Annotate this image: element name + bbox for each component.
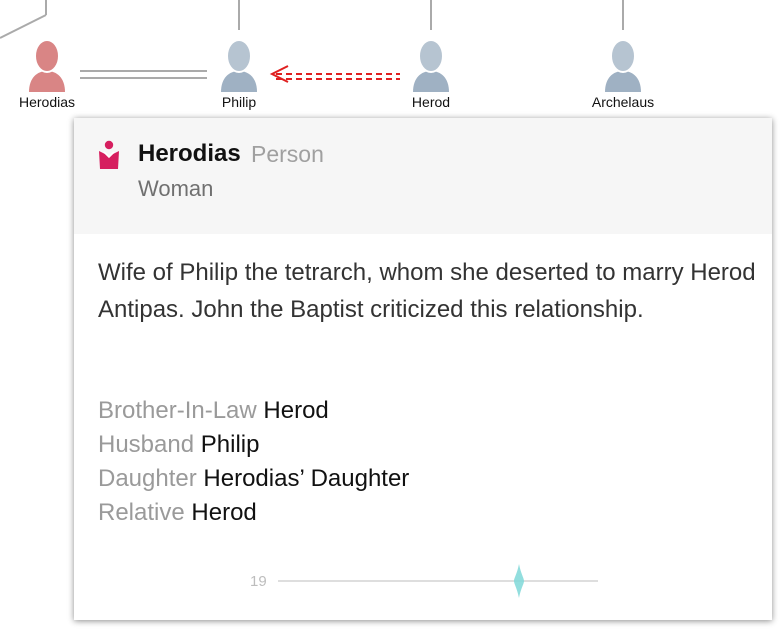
person-name: Philip: [221, 94, 257, 110]
entity-type-label: Person: [251, 141, 324, 167]
relation-item: Relative Herod: [98, 496, 738, 530]
person-avatar-icon: [413, 39, 449, 92]
relation-type: Daughter: [98, 465, 197, 492]
verse-timeline[interactable]: 19: [244, 564, 604, 600]
person-node-archelaus[interactable]: Archelaus: [578, 38, 668, 118]
relation-target-link[interactable]: Herodias’ Daughter: [203, 465, 409, 492]
relation-item: Husband Philip: [98, 428, 738, 462]
woman-icon: [99, 140, 119, 169]
person-node-herod[interactable]: Herod: [386, 38, 476, 118]
relation-target-link[interactable]: Herod: [191, 499, 256, 526]
person-detail-card: Herodias Person Woman Wife of Philip the…: [74, 118, 772, 620]
card-title: Herodias: [138, 140, 241, 167]
relation-target-link[interactable]: Herod: [263, 397, 328, 424]
parent-link-herodias: [0, 14, 47, 39]
timeline-track: [278, 564, 598, 598]
relation-type: Husband: [98, 431, 195, 458]
person-avatar-icon: [605, 39, 641, 92]
card-subtitle: Woman: [138, 176, 214, 201]
relation-type: Brother-In-Law: [98, 397, 257, 424]
person-avatar-icon: [29, 39, 65, 92]
genealogy-view: Herodias Philip Herod Archelaus Herodias…: [0, 0, 784, 632]
relation-item: Daughter Herodias’ Daughter: [98, 462, 738, 496]
relations-list: Brother-In-Law Herod Husband Philip Daug…: [98, 394, 738, 530]
person-node-herodias[interactable]: Herodias: [2, 38, 92, 118]
card-description: Wife of Philip the tetrarch, whom she de…: [98, 259, 756, 323]
card-header: Herodias Person Woman: [74, 118, 772, 234]
family-tree: Herodias Philip Herod Archelaus: [0, 0, 784, 120]
timeline-marker: [514, 564, 524, 598]
person-name: Archelaus: [591, 94, 655, 110]
person-name: Herodias: [18, 94, 76, 110]
relation-type: Relative: [98, 499, 185, 526]
relation-target-link[interactable]: Philip: [201, 431, 260, 458]
person-name: Herod: [411, 94, 451, 110]
relation-item: Brother-In-Law Herod: [98, 394, 738, 428]
person-node-philip[interactable]: Philip: [194, 38, 284, 118]
person-avatar-icon: [221, 39, 257, 92]
